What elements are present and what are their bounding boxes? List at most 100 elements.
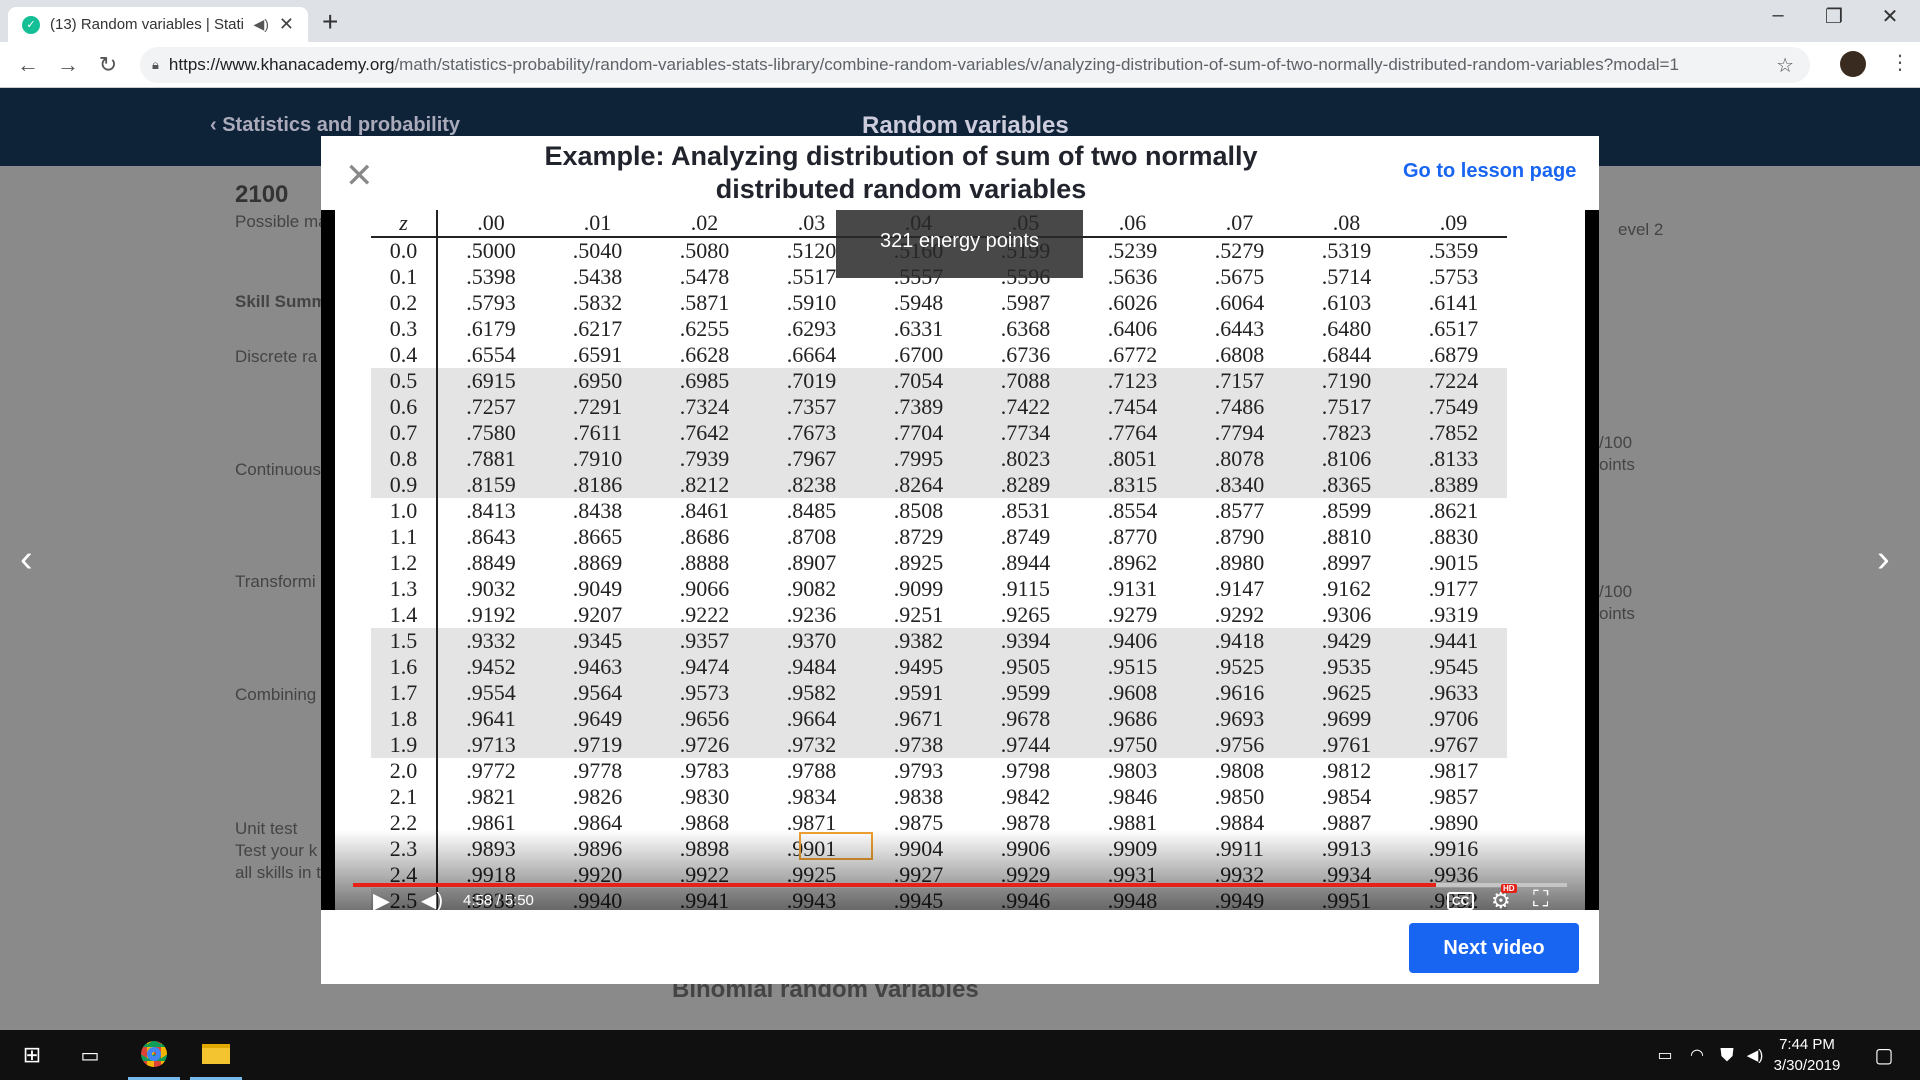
probability-cell: .9582 — [758, 680, 865, 706]
fullscreen-icon[interactable]: ⛶ — [1533, 886, 1548, 910]
play-icon[interactable]: ▶ — [373, 888, 390, 910]
probability-cell: .9441 — [1400, 628, 1507, 654]
audio-playing-icon[interactable]: ◀) — [253, 16, 268, 33]
probability-cell: .7995 — [865, 446, 972, 472]
probability-cell: .9319 — [1428, 602, 1479, 627]
next-video-arrow-icon[interactable]: › — [1877, 538, 1890, 581]
probability-cell: .9099 — [893, 576, 944, 601]
probability-cell: .9756 — [1186, 732, 1293, 758]
skill-transforming[interactable]: Transformi — [235, 572, 316, 592]
probability-cell: .9783 — [679, 758, 730, 783]
chrome-taskbar-icon[interactable] — [128, 1030, 180, 1080]
probability-cell: .8849 — [466, 550, 516, 575]
browser-menu-icon[interactable]: ⋮ — [1890, 50, 1910, 75]
probability-cell: .9032 — [466, 576, 516, 601]
probability-cell: .9693 — [1186, 706, 1293, 732]
maximize-icon[interactable]: ❐ — [1804, 4, 1864, 29]
probability-cell: .8078 — [1186, 446, 1293, 472]
probability-cell: .8869 — [572, 550, 623, 575]
probability-cell: .9066 — [679, 576, 730, 601]
probability-cell: .8888 — [679, 550, 730, 575]
probability-cell: .6103 — [1321, 290, 1372, 315]
probability-cell: .9767 — [1400, 732, 1507, 758]
probability-cell: .8944 — [1000, 550, 1051, 575]
battery-icon[interactable]: ▭ — [1650, 1030, 1680, 1080]
probability-cell: .8461 — [679, 498, 730, 523]
probability-cell: .9821 — [466, 784, 516, 809]
skill-combining[interactable]: Combining — [235, 685, 316, 705]
probability-cell: .6026 — [1107, 290, 1158, 315]
probability-cell: .9778 — [572, 758, 623, 783]
probability-cell: .9608 — [1079, 680, 1186, 706]
probability-cell: .8212 — [651, 472, 758, 498]
task-view-icon[interactable]: ▭ — [72, 1030, 108, 1080]
probability-cell: .5319 — [1321, 238, 1372, 263]
back-icon[interactable]: ← — [8, 52, 48, 78]
browser-tab[interactable]: ✓ (13) Random variables | Stati ◀) ✕ — [8, 7, 308, 42]
reload-icon[interactable]: ↻ — [88, 52, 128, 78]
probability-cell: .6331 — [893, 316, 944, 341]
probability-cell: .9798 — [1000, 758, 1051, 783]
probability-cell: .9686 — [1079, 706, 1186, 732]
unit-test-heading[interactable]: Unit test — [235, 819, 297, 839]
z-table-row: 0.8.7881.7910.7939.7967.7995.8023.8051.8… — [371, 446, 1507, 472]
probability-cell: .8665 — [572, 524, 623, 549]
security-shield-icon[interactable]: ⛊ — [1712, 1030, 1742, 1080]
z-table-row: 0.9.8159.8186.8212.8238.8264.8289.8315.8… — [371, 472, 1507, 498]
system-clock[interactable]: 7:44 PM 3/30/2019 — [1762, 1034, 1852, 1076]
z-table-row: 1.6.9452.9463.9474.9484.9495.9505.9515.9… — [371, 654, 1507, 680]
progress-bar[interactable] — [353, 883, 1567, 887]
probability-cell: .5948 — [893, 290, 944, 315]
notifications-icon[interactable]: ▢ — [1864, 1030, 1904, 1080]
probability-cell: .8686 — [679, 524, 730, 549]
z-value-cell: 0.0 — [371, 237, 438, 264]
z-table-row: 1.4 .9192 .9207 .9222 .9236 .9251 .9265 .9279 .9… — [371, 602, 1507, 628]
points-a-2: oints — [1599, 455, 1635, 474]
volume-icon[interactable]: ◀) — [421, 888, 443, 910]
z-table-row: 1.1 .8643 .8665 .8686 .8708 .8729 .8749 .8770 .8… — [371, 524, 1507, 550]
probability-cell: .5239 — [1107, 238, 1158, 263]
probability-cell: .7190 — [1293, 368, 1400, 394]
z-value-cell: 1.9 — [371, 732, 438, 758]
probability-cell: .9744 — [972, 732, 1079, 758]
probability-cell: .9147 — [1214, 576, 1265, 601]
z-table-row: 0.4 .6554 .6591 .6628 .6664 .6700 .6736 .6772 .6… — [371, 342, 1507, 368]
close-tab-icon[interactable]: ✕ — [279, 14, 294, 35]
close-window-icon[interactable]: ✕ — [1860, 4, 1920, 29]
probability-cell: .9545 — [1400, 654, 1507, 680]
probability-cell: .8790 — [1214, 524, 1265, 549]
column-header: .09 — [1439, 210, 1468, 235]
captions-icon[interactable]: CC — [1447, 892, 1475, 910]
video-modal: ✕ Example: Analyzing distribution of sum… — [321, 136, 1599, 984]
probability-cell: .9750 — [1079, 732, 1186, 758]
minimize-icon[interactable]: – — [1748, 4, 1808, 27]
probability-cell: .7881 — [437, 446, 544, 472]
z-table-row: 0.3 .6179 .6217 .6255 .6293 .6331 .6368 .6406 .6… — [371, 316, 1507, 342]
forward-icon[interactable]: → — [48, 52, 88, 78]
skill-discrete[interactable]: Discrete ra — [235, 347, 317, 367]
wifi-icon[interactable]: ◠ — [1682, 1030, 1712, 1080]
skill-continuous[interactable]: Continuous — [235, 460, 321, 480]
probability-cell: .5080 — [679, 238, 730, 263]
go-to-lesson-link[interactable]: Go to lesson page — [1403, 160, 1576, 183]
breadcrumb[interactable]: ‹ Statistics and probability — [210, 114, 460, 137]
probability-cell: .9625 — [1293, 680, 1400, 706]
url-field[interactable]: 🔒︎ https://www.khanacademy.org/math/stat… — [140, 47, 1810, 83]
column-header: .07 — [1225, 210, 1254, 235]
close-modal-icon[interactable]: ✕ — [345, 156, 374, 196]
probability-cell: .6950 — [544, 368, 651, 394]
profile-avatar[interactable] — [1840, 51, 1866, 77]
probability-cell: .9535 — [1293, 654, 1400, 680]
probability-cell: .9732 — [758, 732, 865, 758]
next-video-button[interactable]: Next video — [1409, 923, 1579, 973]
probability-cell: .9265 — [1000, 602, 1051, 627]
file-explorer-icon[interactable] — [190, 1030, 242, 1080]
points-b-1: /100 — [1599, 582, 1633, 601]
probability-cell: .5753 — [1428, 264, 1479, 289]
bookmark-star-icon[interactable]: ☆ — [1776, 53, 1794, 78]
previous-video-arrow-icon[interactable]: ‹ — [20, 538, 33, 581]
windows-start-icon[interactable]: ⊞ — [14, 1030, 50, 1080]
video-player[interactable]: z.00.01.02.03.04.05.06.07.08.09 0.0.5000… — [321, 210, 1599, 910]
new-tab-icon[interactable]: + — [322, 6, 338, 38]
clock-time: 7:44 PM — [1779, 1036, 1835, 1053]
